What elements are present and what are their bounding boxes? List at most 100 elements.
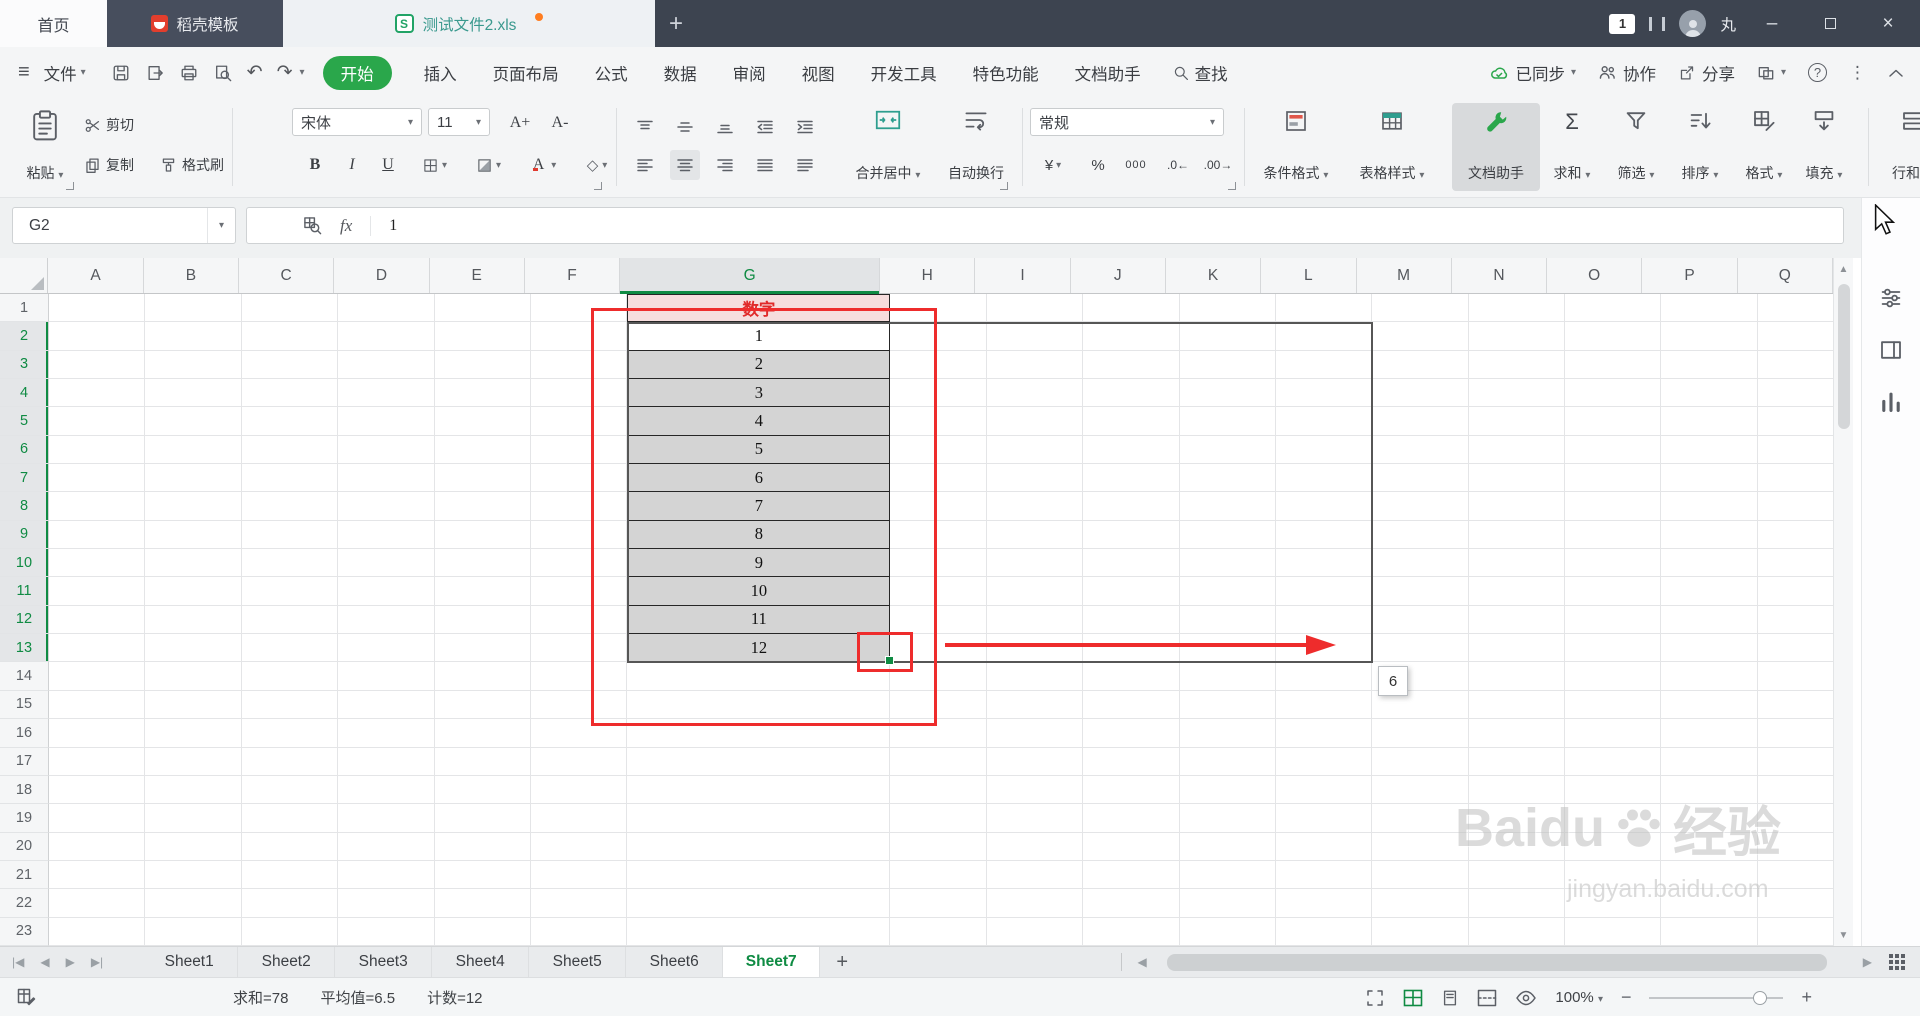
select-all-corner[interactable] — [0, 258, 49, 293]
borders-button[interactable]: ▾ — [412, 150, 458, 180]
cell-C22[interactable] — [241, 889, 339, 918]
cell-I15[interactable] — [986, 690, 1084, 720]
currency-button[interactable]: ¥ ▾ — [1032, 150, 1074, 180]
sheet-tab-Sheet1[interactable]: Sheet1 — [141, 947, 239, 977]
cell-P15[interactable] — [1661, 690, 1758, 720]
cell-Q7[interactable] — [1757, 464, 1833, 493]
column-header-P[interactable]: P — [1642, 258, 1738, 293]
cell-I6[interactable] — [986, 435, 1084, 465]
cell-M5[interactable] — [1372, 407, 1469, 436]
row-header-13[interactable]: 13 — [0, 634, 49, 663]
cell-P23[interactable] — [1661, 917, 1758, 946]
cell-E4[interactable] — [434, 379, 531, 408]
magnifier-grid-icon[interactable] — [303, 216, 322, 235]
cell-B11[interactable] — [145, 577, 242, 606]
cell-D10[interactable] — [338, 549, 435, 578]
cell-G18[interactable] — [627, 775, 891, 805]
cell-K23[interactable] — [1179, 917, 1276, 946]
sheet-tab-Sheet6[interactable]: Sheet6 — [626, 947, 724, 977]
cell-Q5[interactable] — [1757, 407, 1833, 436]
menu-item-8[interactable]: 文档助手 — [1057, 61, 1159, 85]
cell-D23[interactable] — [338, 917, 435, 946]
cell-L8[interactable] — [1275, 492, 1373, 521]
cell-I5[interactable] — [986, 407, 1084, 436]
cell-K20[interactable] — [1179, 832, 1276, 861]
cell-H22[interactable] — [890, 889, 987, 918]
cell-A10[interactable] — [49, 549, 146, 578]
scroll-down-icon[interactable]: ▼ — [1834, 924, 1853, 946]
cell-I3[interactable] — [986, 350, 1084, 380]
cell-P16[interactable] — [1661, 719, 1758, 748]
cell-Q15[interactable] — [1757, 691, 1833, 720]
cell-E19[interactable] — [434, 804, 531, 833]
cell-C5[interactable] — [241, 407, 339, 436]
cell-H19[interactable] — [890, 804, 987, 833]
cell-D3[interactable] — [338, 350, 435, 380]
cell-D15[interactable] — [338, 690, 435, 720]
cell-A20[interactable] — [49, 832, 146, 861]
cell-N23[interactable] — [1468, 917, 1566, 946]
cell-E2[interactable] — [434, 322, 531, 351]
cell-D22[interactable] — [338, 889, 435, 918]
clear-format-button[interactable]: ◇ ▾ — [574, 150, 620, 180]
cell-M19[interactable] — [1372, 804, 1469, 833]
page-layout-view-icon[interactable] — [1441, 989, 1459, 1007]
cell-Q2[interactable] — [1757, 322, 1833, 351]
cell-A13[interactable] — [49, 634, 146, 663]
cell-E3[interactable] — [434, 350, 531, 380]
help-button[interactable]: ? — [1808, 63, 1827, 82]
column-header-K[interactable]: K — [1166, 258, 1262, 293]
cell-O21[interactable] — [1565, 860, 1662, 890]
cell-K15[interactable] — [1179, 690, 1276, 720]
cell-I11[interactable] — [986, 577, 1084, 606]
maximize-button[interactable] — [1808, 18, 1852, 29]
cell-B13[interactable] — [145, 634, 242, 663]
cell-M12[interactable] — [1372, 605, 1469, 635]
cell-B9[interactable] — [145, 520, 242, 550]
cell-E16[interactable] — [434, 719, 531, 748]
row-header-17[interactable]: 17 — [0, 747, 49, 776]
cell-H4[interactable] — [890, 379, 987, 408]
sum-button[interactable]: Σ 求和 ▾ — [1542, 103, 1602, 191]
cell-G7[interactable]: 6 — [627, 464, 891, 493]
cell-E14[interactable] — [434, 662, 531, 691]
cell-O13[interactable] — [1565, 634, 1662, 663]
cell-P9[interactable] — [1661, 520, 1758, 550]
cell-C4[interactable] — [241, 379, 339, 408]
cell-O4[interactable] — [1565, 379, 1662, 408]
cell-K11[interactable] — [1179, 577, 1276, 606]
cell-I2[interactable] — [986, 322, 1084, 351]
cell-M9[interactable] — [1372, 520, 1469, 550]
menu-item-2[interactable]: 公式 — [577, 61, 646, 85]
cell-E7[interactable] — [434, 464, 531, 493]
cell-H17[interactable] — [890, 747, 987, 776]
cell-C11[interactable] — [241, 577, 339, 606]
cell-J8[interactable] — [1083, 492, 1180, 521]
cell-A1[interactable] — [49, 294, 146, 323]
cell-C16[interactable] — [241, 719, 339, 748]
cell-J22[interactable] — [1083, 889, 1180, 918]
cell-Q6[interactable] — [1757, 436, 1833, 465]
cell-H5[interactable] — [890, 407, 987, 436]
cell-G23[interactable] — [627, 917, 891, 946]
cell-N2[interactable] — [1468, 322, 1566, 351]
cell-O5[interactable] — [1565, 407, 1662, 436]
share-button[interactable]: 分享 — [1678, 61, 1735, 85]
cell-E9[interactable] — [434, 520, 531, 550]
name-box-caret[interactable]: ▾ — [207, 208, 235, 243]
cell-P6[interactable] — [1661, 435, 1758, 465]
font-color-button[interactable]: A ▾ — [520, 150, 566, 180]
cell-C13[interactable] — [241, 634, 339, 663]
cell-C23[interactable] — [241, 917, 339, 946]
cell-M16[interactable] — [1372, 719, 1469, 748]
copy-button[interactable]: 复制 — [84, 152, 134, 178]
column-header-M[interactable]: M — [1357, 258, 1452, 293]
cell-A3[interactable] — [49, 350, 146, 380]
cell-N22[interactable] — [1468, 889, 1566, 918]
save-button[interactable] — [112, 64, 130, 82]
cell-F8[interactable] — [530, 492, 628, 521]
cell-J19[interactable] — [1083, 804, 1180, 833]
cell-L15[interactable] — [1275, 690, 1373, 720]
cell-P21[interactable] — [1661, 860, 1758, 890]
menu-item-7[interactable]: 特色功能 — [955, 61, 1057, 85]
